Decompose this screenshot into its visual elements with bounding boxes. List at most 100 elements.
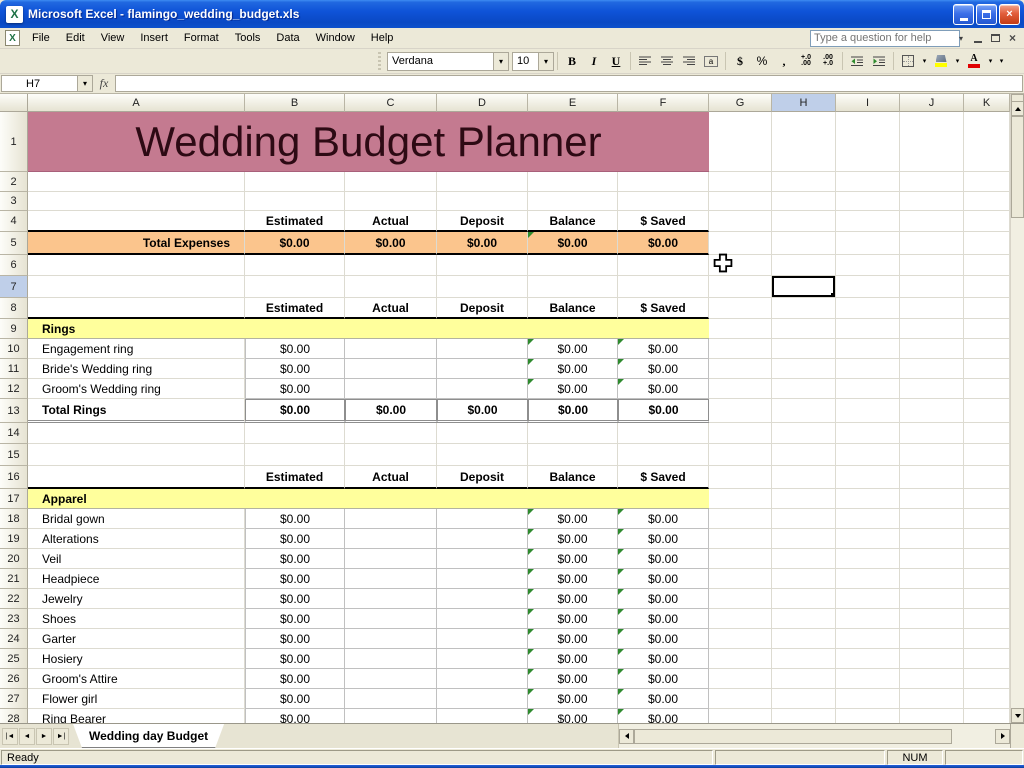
help-question-input[interactable]	[810, 32, 959, 44]
cell-A7[interactable]	[28, 276, 245, 298]
column-header-J[interactable]: J	[900, 94, 964, 112]
cell-K28[interactable]	[964, 709, 1010, 723]
cell-I27[interactable]	[836, 689, 900, 709]
cell-H9[interactable]	[772, 319, 836, 339]
cell-B28[interactable]: $0.00	[245, 709, 345, 723]
row-header-15[interactable]: 15	[0, 444, 28, 466]
cell-A15[interactable]	[28, 444, 245, 466]
cell-F25[interactable]: $0.00	[618, 649, 709, 669]
cell-J27[interactable]	[900, 689, 964, 709]
cell-A13[interactable]: Total Rings	[28, 399, 245, 423]
bold-button[interactable]: B	[561, 51, 583, 72]
cell-K10[interactable]	[964, 339, 1010, 359]
cell-I18[interactable]	[836, 509, 900, 529]
section-header-apparel[interactable]: Apparel	[28, 489, 709, 509]
cell-H16[interactable]	[772, 466, 836, 489]
cell-G9[interactable]	[709, 319, 772, 339]
cell-A8[interactable]	[28, 298, 245, 319]
cell-J2[interactable]	[900, 172, 964, 192]
cell-C21[interactable]	[345, 569, 437, 589]
help-dropdown-icon[interactable]: ▾	[959, 31, 963, 46]
font-size-combo[interactable]: 10 ▾	[512, 51, 554, 71]
help-question-box[interactable]: ▾	[809, 29, 963, 47]
cell-E10[interactable]: $0.00	[528, 339, 618, 359]
italic-button[interactable]: I	[583, 51, 605, 72]
cell-G11[interactable]	[709, 359, 772, 379]
cell-K26[interactable]	[964, 669, 1010, 689]
cell-J26[interactable]	[900, 669, 964, 689]
cell-H19[interactable]	[772, 529, 836, 549]
cell-J24[interactable]	[900, 629, 964, 649]
cell-F19[interactable]: $0.00	[618, 529, 709, 549]
cell-D2[interactable]	[437, 172, 528, 192]
cell-E18[interactable]: $0.00	[528, 509, 618, 529]
cell-G22[interactable]	[709, 589, 772, 609]
cell-A10[interactable]: Engagement ring	[28, 339, 245, 359]
cell-C4[interactable]: Actual	[345, 211, 437, 232]
cell-B3[interactable]	[245, 192, 345, 211]
cell-E24[interactable]: $0.00	[528, 629, 618, 649]
cell-H17[interactable]	[772, 489, 836, 509]
cell-J13[interactable]	[900, 399, 964, 423]
increase-decimal-button[interactable]: +.0.00	[795, 51, 817, 72]
cell-J7[interactable]	[900, 276, 964, 298]
decrease-decimal-button[interactable]: .00 +.0	[817, 51, 839, 72]
cell-H10[interactable]	[772, 339, 836, 359]
cell-C28[interactable]	[345, 709, 437, 723]
cell-B21[interactable]: $0.00	[245, 569, 345, 589]
cell-C22[interactable]	[345, 589, 437, 609]
row-header-12[interactable]: 12	[0, 379, 28, 399]
restore-button[interactable]	[976, 3, 997, 25]
cell-D27[interactable]	[437, 689, 528, 709]
cell-C2[interactable]	[345, 172, 437, 192]
cell-G14[interactable]	[709, 423, 772, 444]
cell-J6[interactable]	[900, 255, 964, 276]
menu-format[interactable]: Format	[176, 29, 227, 47]
cell-G21[interactable]	[709, 569, 772, 589]
vertical-scrollbar[interactable]	[1010, 94, 1024, 723]
cell-B20[interactable]: $0.00	[245, 549, 345, 569]
cell-J15[interactable]	[900, 444, 964, 466]
cell-A3[interactable]	[28, 192, 245, 211]
column-header-F[interactable]: F	[618, 94, 709, 112]
row-header-10[interactable]: 10	[0, 339, 28, 359]
align-left-button[interactable]	[634, 51, 656, 72]
row-header-26[interactable]: 26	[0, 669, 28, 689]
cell-C26[interactable]	[345, 669, 437, 689]
cell-A16[interactable]	[28, 466, 245, 489]
cell-I23[interactable]	[836, 609, 900, 629]
cell-F2[interactable]	[618, 172, 709, 192]
vertical-scroll-track[interactable]	[1011, 116, 1024, 708]
cell-H12[interactable]	[772, 379, 836, 399]
cell-C10[interactable]	[345, 339, 437, 359]
cell-B22[interactable]: $0.00	[245, 589, 345, 609]
cell-J21[interactable]	[900, 569, 964, 589]
cell-K11[interactable]	[964, 359, 1010, 379]
cell-I24[interactable]	[836, 629, 900, 649]
previous-sheet-button[interactable]: ◄	[19, 727, 35, 745]
cell-G12[interactable]	[709, 379, 772, 399]
menu-window[interactable]: Window	[308, 29, 363, 47]
toolbar-options-icon[interactable]: ▾	[996, 51, 1007, 72]
row-header-28[interactable]: 28	[0, 709, 28, 723]
cell-B26[interactable]: $0.00	[245, 669, 345, 689]
align-right-button[interactable]	[678, 51, 700, 72]
cell-C6[interactable]	[345, 255, 437, 276]
cell-D26[interactable]	[437, 669, 528, 689]
minimize-button[interactable]	[953, 3, 974, 25]
tab-split-handle[interactable]	[1010, 724, 1024, 748]
row-header-25[interactable]: 25	[0, 649, 28, 669]
cell-G3[interactable]	[709, 192, 772, 211]
cell-H3[interactable]	[772, 192, 836, 211]
cell-E25[interactable]: $0.00	[528, 649, 618, 669]
cell-C15[interactable]	[345, 444, 437, 466]
cell-F13[interactable]: $0.00	[618, 399, 709, 423]
row-header-24[interactable]: 24	[0, 629, 28, 649]
row-header-1[interactable]: 1	[0, 112, 28, 172]
doc-close-button[interactable]: ×	[1009, 32, 1016, 44]
cell-G5[interactable]	[709, 232, 772, 255]
scroll-down-button[interactable]	[1011, 708, 1024, 723]
cell-I25[interactable]	[836, 649, 900, 669]
title-banner[interactable]: Wedding Budget Planner	[28, 112, 709, 172]
cell-H22[interactable]	[772, 589, 836, 609]
